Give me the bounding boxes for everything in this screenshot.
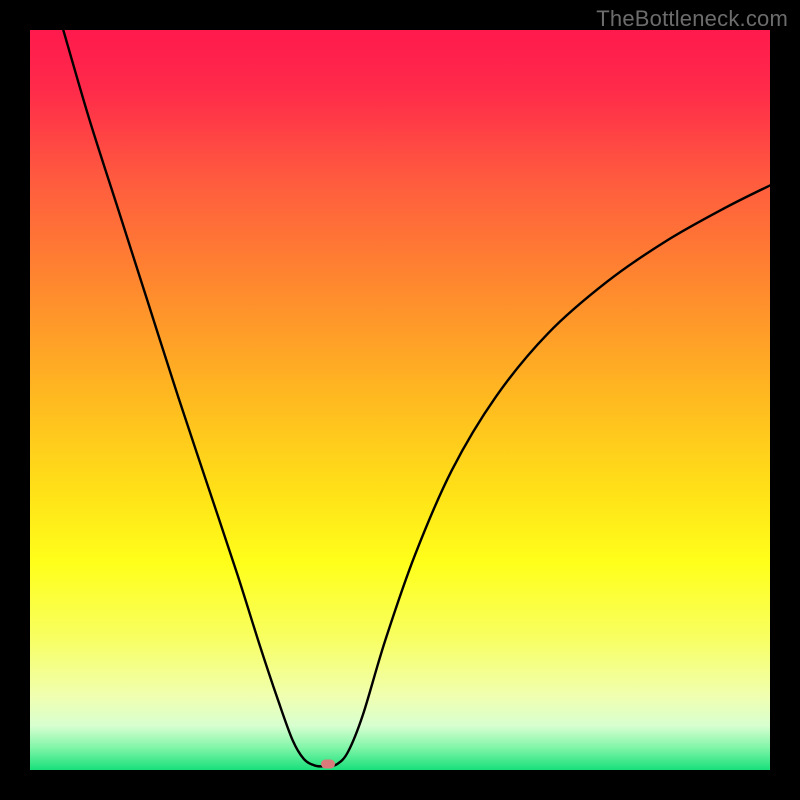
optimal-point-marker [321,760,335,769]
chart-frame: TheBottleneck.com [0,0,800,800]
watermark-label: TheBottleneck.com [596,6,788,32]
bottleneck-curve [30,30,770,770]
plot-area [30,30,770,770]
